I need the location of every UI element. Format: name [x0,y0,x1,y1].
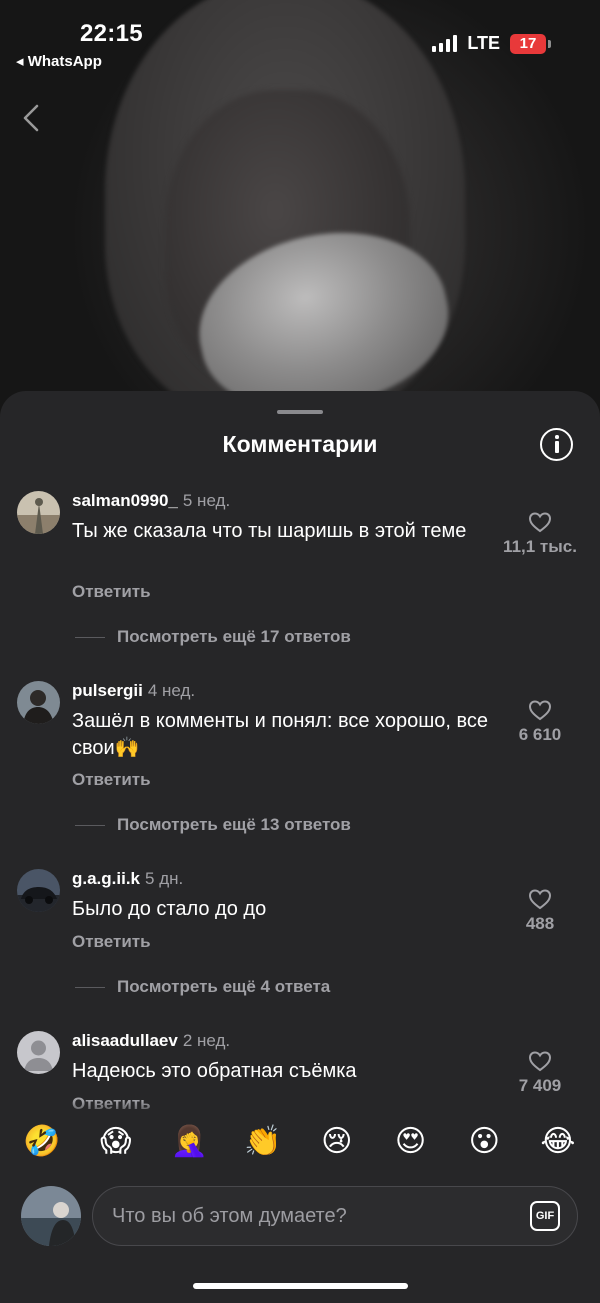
view-more-replies[interactable]: Посмотреть ещё 13 ответов [75,815,351,835]
comment-header: pulsergii 4 нед. [72,681,195,701]
comment-item: salman0990_ 5 нед. Ты же сказала что ты ш… [0,491,600,641]
reply-button[interactable]: Ответить [72,770,151,790]
comment-username[interactable]: salman0990_ [72,491,178,510]
avatar[interactable] [17,491,60,534]
comment-username[interactable]: pulsergii [72,681,143,700]
reply-button[interactable]: Ответить [72,582,151,602]
view-more-replies[interactable]: Посмотреть ещё 17 ответов [75,627,351,647]
avatar[interactable] [17,869,60,912]
comment-username[interactable]: alisaadullaev [72,1031,178,1050]
emoji-surprised[interactable]: 😮 [464,1122,504,1162]
list-fade [0,1101,600,1119]
info-icon[interactable] [540,428,573,461]
comment-item: alisaadullaev 2 нед. Надеюсь это обратная… [0,1031,600,1111]
gif-button[interactable]: GIF [530,1201,560,1231]
comment-item: g.a.g.ii.k 5 дн. Было до стало до до Отве… [0,869,600,969]
comment-item: pulsergii 4 нед. Зашёл в комменты и понял… [0,681,600,821]
like-count: 7 409 [518,1076,562,1095]
sheet-title: Комментарии [222,431,378,457]
network-type: LTE [467,33,500,53]
heart-icon[interactable] [528,1050,552,1072]
emoji-clap[interactable]: 👏 [243,1122,283,1162]
back-to-app-link[interactable]: ◂ WhatsApp [16,52,102,70]
heart-icon[interactable] [528,511,552,533]
view-more-replies-label[interactable]: Посмотреть ещё 17 ответов [117,627,351,647]
emoji-facepalm[interactable]: 🤦‍♀️ [169,1122,209,1162]
emoji-joy[interactable]: 😂 [538,1122,578,1162]
comment-text: Было до стало до до [72,898,267,920]
replies-divider [75,986,105,988]
comment-text: Ты же сказала что ты шаришь в этой теме [72,520,467,542]
avatar[interactable] [17,1031,60,1074]
like-count: 11,1 тыс. [503,537,577,556]
like-control[interactable]: 488 [480,888,600,934]
back-chevron-icon[interactable] [18,103,44,133]
comment-header: g.a.g.ii.k 5 дн. [72,869,183,889]
view-more-replies[interactable]: Посмотреть ещё 4 ответа [75,977,330,997]
comment-text: Надеюсь это обратная съёмка [72,1060,357,1082]
replies-divider [75,824,105,826]
comment-header: alisaadullaev 2 нед. [72,1031,230,1051]
home-indicator[interactable] [193,1283,408,1289]
status-indicators: LTE 17 [432,33,551,54]
emoji-heart-eyes[interactable]: 😍 [391,1122,431,1162]
battery-icon: 17 [510,33,551,54]
cellular-signal-icon [432,35,458,52]
view-more-replies-label[interactable]: Посмотреть ещё 4 ответа [117,977,330,997]
current-user-avatar [21,1186,81,1246]
comment-time: 5 нед. [182,491,231,510]
emoji-cry[interactable]: 😢 [317,1122,357,1162]
avatar[interactable] [17,681,60,724]
reply-button[interactable]: Ответить [72,932,151,952]
like-control[interactable]: 6 610 [480,699,600,745]
emoji-rofl[interactable]: 🤣 [22,1122,62,1162]
comment-text: Зашёл в комменты и понял: все хорошо, вс… [72,710,489,759]
like-count: 488 [525,914,555,933]
comment-input-placeholder[interactable]: Что вы об этом думаете? [112,1205,347,1228]
comment-header: salman0990_ 5 нед. [72,491,230,511]
battery-level: 17 [519,35,537,52]
comment-username[interactable]: g.a.g.ii.k [72,869,140,888]
like-control[interactable]: 11,1 тыс. [480,511,600,557]
sheet-grabber[interactable] [277,410,323,414]
view-more-replies-label[interactable]: Посмотреть ещё 13 ответов [117,815,351,835]
like-control[interactable]: 7 409 [480,1050,600,1096]
emoji-quick-bar: 🤣 😱 🤦‍♀️ 👏 😢 😍 😮 😂 [0,1122,600,1170]
like-count: 6 610 [518,725,562,744]
comment-time: 4 нед. [147,681,196,700]
replies-divider [75,636,105,638]
heart-icon[interactable] [528,888,552,910]
comment-time: 2 нед. [182,1031,231,1050]
comment-input[interactable]: Что вы об этом думаете? GIF [92,1186,578,1246]
status-time: 22:15 [80,20,143,47]
heart-icon[interactable] [528,699,552,721]
emoji-scream[interactable]: 😱 [96,1122,136,1162]
comment-time: 5 дн. [145,869,184,888]
